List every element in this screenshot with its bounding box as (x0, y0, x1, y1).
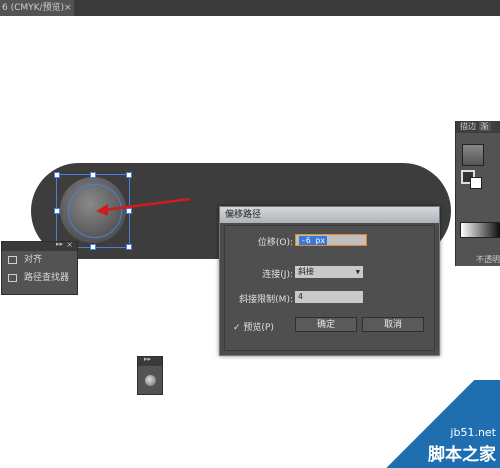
offset-path-dialog: 偏移路径 位移(O): -6 px 连接(J): 斜接 ▼ 斜接限制(M): 4… (219, 206, 440, 356)
join-label: 连接(J): (262, 270, 293, 280)
offset-label: 位移(O): (257, 238, 293, 248)
appearance-icon[interactable] (145, 375, 156, 386)
panel-item-label: 对齐 (24, 255, 43, 265)
tab-stroke[interactable]: 描边 (460, 122, 476, 131)
join-select-value: 斜接 (298, 267, 314, 276)
offset-input[interactable]: -6 px (295, 234, 367, 246)
ok-button[interactable]: 确定 (295, 317, 357, 332)
dialog-title: 偏移路径 (220, 207, 439, 223)
miter-input[interactable]: 4 (295, 291, 363, 303)
panel-item-label: 路径查找器 (24, 273, 70, 283)
panel-header[interactable]: ▸▸ × (2, 240, 77, 251)
miter-input-value: 4 (298, 292, 303, 301)
no-stroke-icon[interactable] (470, 177, 482, 189)
watermark-corner: jb51.net 脚本之家 (360, 380, 500, 468)
check-icon: ✓ (233, 323, 241, 333)
cancel-button[interactable]: 取消 (362, 317, 424, 332)
mini-panel: ▸▸ (137, 355, 163, 395)
align-panel: ▸▸ × 对齐 路径查找器 (1, 240, 78, 295)
opacity-label: 不透明 (476, 255, 500, 264)
arrow-to-circle (96, 197, 191, 216)
miter-label: 斜接限制(M): (239, 295, 293, 305)
offset-input-value: -6 px (299, 236, 328, 245)
dialog-body: 位移(O): -6 px 连接(J): 斜接 ▼ 斜接限制(M): 4 ✓ 预览… (224, 225, 435, 351)
panel-item-align[interactable]: 对齐 (2, 251, 77, 269)
preview-label: 预览(P) (243, 323, 274, 333)
panel-item-pathfinder[interactable]: 路径查找器 (2, 269, 77, 287)
watermark-site: jb51.net (450, 426, 496, 439)
tab-gradient[interactable]: 渐 (478, 122, 491, 131)
preview-checkbox[interactable]: ✓ 预览(P) (233, 320, 274, 333)
join-select[interactable]: 斜接 ▼ (295, 266, 363, 278)
stroke-gradient-panel: 描边 渐 不透明 (455, 121, 500, 266)
collapse-icon[interactable]: ▸▸ (56, 240, 63, 248)
panel-header[interactable]: ▸▸ (138, 355, 162, 366)
pathfinder-icon (8, 274, 17, 282)
gradient-slider[interactable] (460, 222, 500, 238)
align-icon (8, 256, 17, 264)
collapse-icon[interactable]: ▸▸ (144, 355, 151, 363)
close-icon[interactable]: × (66, 240, 73, 249)
gradient-swatch[interactable] (462, 144, 484, 166)
watermark-name: 脚本之家 (428, 445, 496, 465)
panel-tabs: 描边 渐 (456, 121, 500, 133)
chevron-down-icon: ▼ (355, 268, 360, 276)
